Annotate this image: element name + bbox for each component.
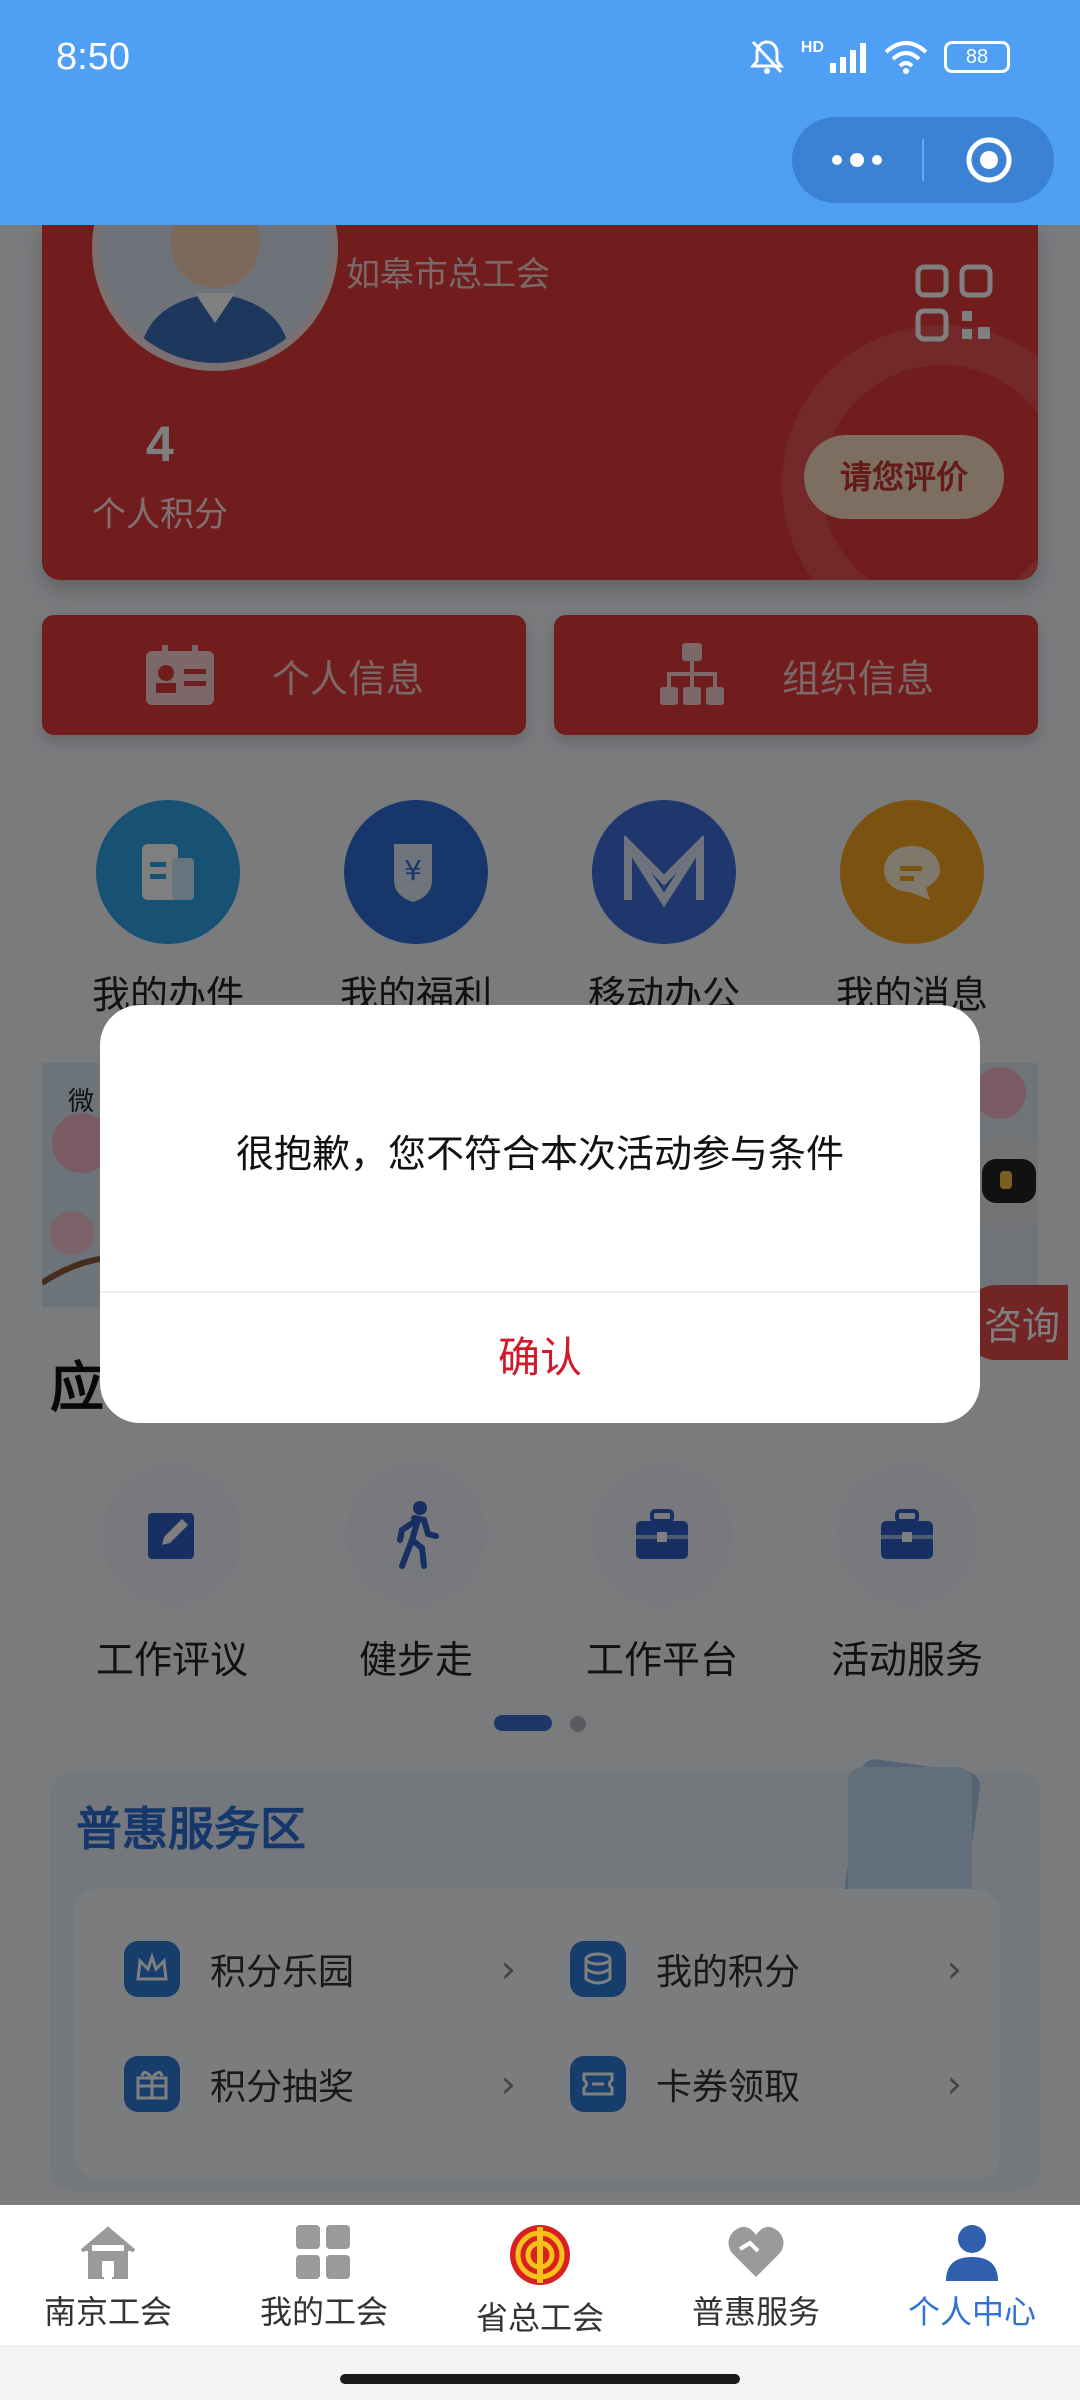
- tab-my-union[interactable]: 我的工会: [216, 2205, 432, 2345]
- grid-icon: [296, 2225, 350, 2279]
- tab-benefit-service[interactable]: 普惠服务: [648, 2205, 864, 2345]
- more-dots-icon: [832, 153, 882, 167]
- mini-program-capsule: [792, 117, 1054, 203]
- heart-icon: [728, 2226, 784, 2277]
- tab-label: 我的工会: [259, 2293, 388, 2331]
- gesture-area: [0, 2345, 1080, 2400]
- home-indicator[interactable]: [340, 2374, 740, 2384]
- home-icon: [80, 2226, 136, 2279]
- bottom-tab-bar: 南京工会 我的工会 省总工会 普惠服务 个人中心: [0, 2205, 1080, 2345]
- status-bar: 8:50 HD 88: [0, 0, 1080, 225]
- user-icon: [946, 2225, 998, 2281]
- tab-nanjing-union[interactable]: 南京工会: [0, 2205, 216, 2345]
- tab-label: 普惠服务: [691, 2293, 820, 2331]
- more-menu-button[interactable]: [792, 117, 922, 203]
- alert-dialog: 很抱歉，您不符合本次活动参与条件 确认: [100, 1005, 980, 1423]
- target-circle-icon: [966, 137, 1012, 183]
- tab-label: 省总工会: [475, 2299, 604, 2337]
- tab-label: 个人中心: [907, 2293, 1036, 2331]
- tab-label: 南京工会: [43, 2293, 172, 2331]
- confirm-button[interactable]: 确认: [100, 1293, 980, 1423]
- status-icons: HD 88: [749, 38, 1010, 76]
- close-mini-program-button[interactable]: [924, 117, 1054, 203]
- battery-indicator: 88: [944, 41, 1010, 73]
- wifi-icon: [884, 41, 928, 74]
- tab-personal-center[interactable]: 个人中心: [864, 2205, 1080, 2345]
- tab-provincial-union[interactable]: 省总工会: [432, 2205, 648, 2345]
- union-emblem-icon: [510, 2225, 570, 2285]
- signal-icon: [830, 43, 866, 73]
- mute-bell-icon: [749, 40, 785, 74]
- status-time: 8:50: [56, 36, 130, 78]
- network-label: HD: [800, 39, 824, 56]
- dialog-message: 很抱歉，您不符合本次活动参与条件: [235, 1132, 844, 1176]
